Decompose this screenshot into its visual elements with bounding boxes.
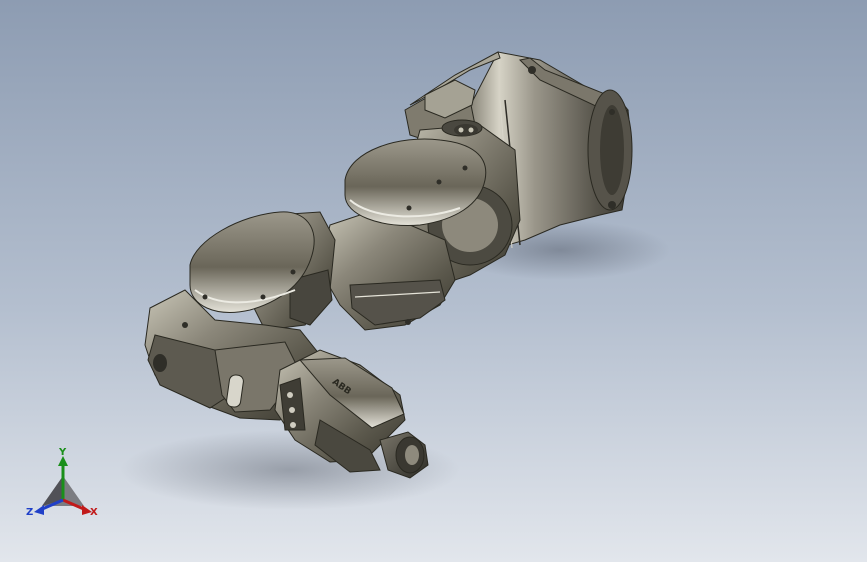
orientation-triad[interactable]: Y X Z	[22, 448, 104, 524]
z-axis-label: Z	[26, 507, 34, 518]
graphics-viewport[interactable]: ABB Y X Z	[0, 0, 867, 562]
motor-logo-badge	[454, 124, 478, 136]
y-axis-label: Y	[59, 447, 67, 458]
x-axis-label: X	[90, 507, 98, 518]
robot-arm-model[interactable]: ABB	[0, 0, 867, 562]
